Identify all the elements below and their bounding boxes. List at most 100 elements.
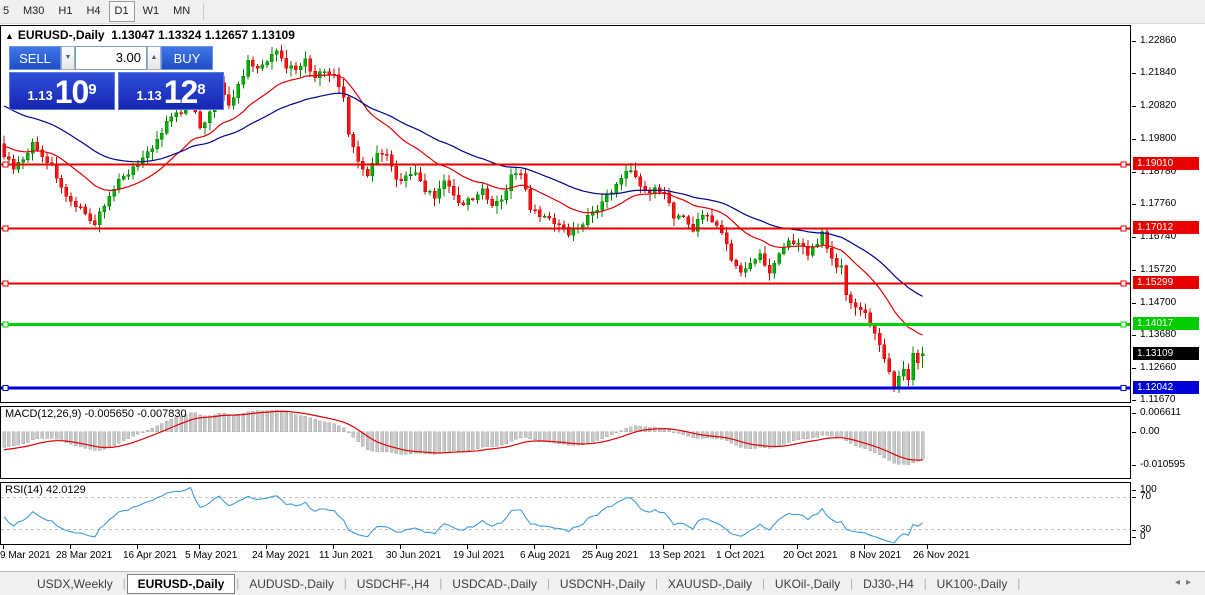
collapse-panel-icon[interactable]: ▲ — [5, 31, 14, 41]
timeframe-button-h1[interactable]: H1 — [52, 1, 78, 22]
candle-body — [40, 149, 45, 157]
date-tick — [70, 545, 71, 549]
tab-xauusd-daily[interactable]: XAUUSD-,Daily — [659, 574, 761, 594]
candle-body — [696, 219, 700, 232]
timeframe-button-mn[interactable]: MN — [167, 1, 196, 22]
tab-usdchf-h4[interactable]: USDCHF-,H4 — [348, 574, 439, 594]
line-endpoint-marker[interactable] — [2, 321, 9, 328]
macd-histogram-bar — [619, 430, 624, 433]
tab-ukoil-daily[interactable]: UKOil-,Daily — [766, 574, 849, 594]
candle-body — [676, 215, 681, 219]
timeframe-button-w1[interactable]: W1 — [137, 1, 166, 22]
tab-usdcad-daily[interactable]: USDCAD-,Daily — [443, 574, 546, 594]
macd-histogram-bar — [212, 414, 217, 433]
macd-histogram-bar — [389, 431, 394, 453]
macd-histogram-bar — [681, 431, 686, 435]
line-endpoint-marker[interactable] — [2, 225, 9, 232]
macd-histogram-bar — [724, 431, 729, 442]
line-endpoint-marker[interactable] — [1120, 384, 1127, 391]
horizontal-level-line[interactable] — [1, 282, 1130, 285]
candle-body — [767, 264, 772, 274]
macd-histogram-bar — [437, 431, 442, 454]
line-endpoint-marker[interactable] — [1120, 225, 1127, 232]
macd-tick-label: -0.010595 — [1140, 459, 1186, 470]
macd-histogram-bar — [576, 431, 580, 446]
tab-dj30-h4[interactable]: DJ30-,H4 — [854, 574, 923, 594]
tab-scroll-arrows[interactable]: ◂▸ — [1175, 577, 1197, 588]
buy-button[interactable]: BUY — [161, 46, 213, 70]
volume-increase-button[interactable]: ▲ — [147, 46, 161, 70]
line-endpoint-marker[interactable] — [1120, 161, 1127, 168]
candle-body — [763, 253, 767, 266]
line-endpoint-marker[interactable] — [2, 161, 9, 168]
horizontal-level-line[interactable] — [1, 386, 1130, 390]
tab-usdcnh-daily[interactable]: USDCNH-,Daily — [551, 574, 654, 594]
macd-histogram-bar — [2, 431, 6, 448]
timeframe-button-m30[interactable]: M30 — [17, 1, 50, 22]
macd-histogram-bar — [504, 431, 509, 445]
candle-body — [155, 138, 159, 149]
date-tick-label: 30 Jun 2021 — [386, 550, 442, 561]
scale-tick-dash — [1132, 73, 1136, 74]
candle-body — [796, 242, 801, 245]
macd-indicator-pane[interactable]: MACD(12,26,9) -0.005650 -0.007830 — [0, 406, 1131, 479]
macd-histogram-bar — [385, 431, 389, 452]
macd-histogram-bar — [897, 431, 901, 465]
macd-histogram-bar — [806, 431, 810, 439]
sell-button[interactable]: SELL — [9, 46, 61, 70]
candle-body — [562, 224, 566, 228]
candle-body — [88, 213, 92, 221]
rsi-line — [3, 486, 924, 544]
line-endpoint-marker[interactable] — [1120, 321, 1127, 328]
tabs-scroll-left-icon[interactable]: ◂ — [1175, 577, 1186, 588]
price-tick-label: 1.19800 — [1140, 133, 1177, 144]
macd-histogram-bar — [193, 412, 198, 433]
candle-body — [834, 258, 839, 268]
candle-body — [236, 84, 241, 99]
tab-uk100-daily[interactable]: UK100-,Daily — [928, 574, 1017, 594]
rsi-indicator-pane[interactable]: RSI(14) 42.0129 — [0, 482, 1131, 545]
candle-body — [126, 174, 131, 177]
volume-decrease-button[interactable]: ▼ — [61, 46, 75, 70]
macd-histogram-bar — [351, 431, 356, 438]
sell-price-display[interactable]: 1.13 10 9 — [9, 72, 115, 110]
candle-body — [897, 376, 901, 388]
volume-input[interactable]: 3.00 — [75, 46, 147, 70]
date-axis[interactable]: 9 Mar 2021 28 Mar 2021 16 Apr 2021 5 May 20… — [0, 545, 1131, 571]
horizontal-level-line[interactable] — [1, 322, 1130, 326]
macd-histogram-bar — [279, 410, 284, 433]
candle-body — [849, 294, 853, 303]
timeframe-button-5[interactable]: 5 — [1, 1, 15, 22]
candle-body — [78, 206, 83, 208]
price-level-badge: 1.13109 — [1133, 347, 1199, 360]
scale-tick-dash — [1132, 303, 1136, 304]
macd-histogram-bar — [538, 431, 542, 442]
macd-histogram-bar — [753, 431, 757, 449]
candle-body — [208, 111, 212, 124]
tab-usdx-weekly[interactable]: USDX,Weekly — [28, 574, 122, 594]
date-tick — [467, 545, 468, 549]
line-endpoint-marker[interactable] — [1120, 280, 1127, 287]
macd-histogram-bar — [796, 431, 801, 440]
tabs-scroll-right-icon[interactable]: ▸ — [1186, 577, 1197, 588]
line-endpoint-marker[interactable] — [2, 384, 9, 391]
candle-body — [308, 58, 312, 72]
candle-body — [361, 161, 365, 170]
candle-body — [892, 371, 896, 388]
horizontal-level-line[interactable] — [1, 227, 1130, 230]
macd-histogram-bar — [356, 431, 360, 443]
macd-histogram-bar — [117, 431, 121, 444]
timeframe-button-h4[interactable]: H4 — [80, 1, 106, 22]
timeframe-button-d1[interactable]: D1 — [108, 1, 135, 22]
macd-histogram-bar — [916, 431, 920, 462]
candle-body — [351, 133, 356, 147]
buy-price-display[interactable]: 1.13 12 8 — [118, 72, 224, 110]
candle-body — [121, 175, 126, 180]
main-chart-pane[interactable]: ▲ EURUSD-,Daily 1.13047 1.13324 1.12657 1… — [0, 25, 1131, 403]
macd-histogram-bar — [452, 431, 456, 452]
macd-histogram-bar — [892, 431, 896, 464]
line-endpoint-marker[interactable] — [2, 280, 9, 287]
tab-audusd-daily[interactable]: AUDUSD-,Daily — [240, 574, 343, 594]
horizontal-level-line[interactable] — [1, 163, 1130, 166]
tab-eurusd-daily[interactable]: EURUSD-,Daily — [126, 573, 236, 594]
